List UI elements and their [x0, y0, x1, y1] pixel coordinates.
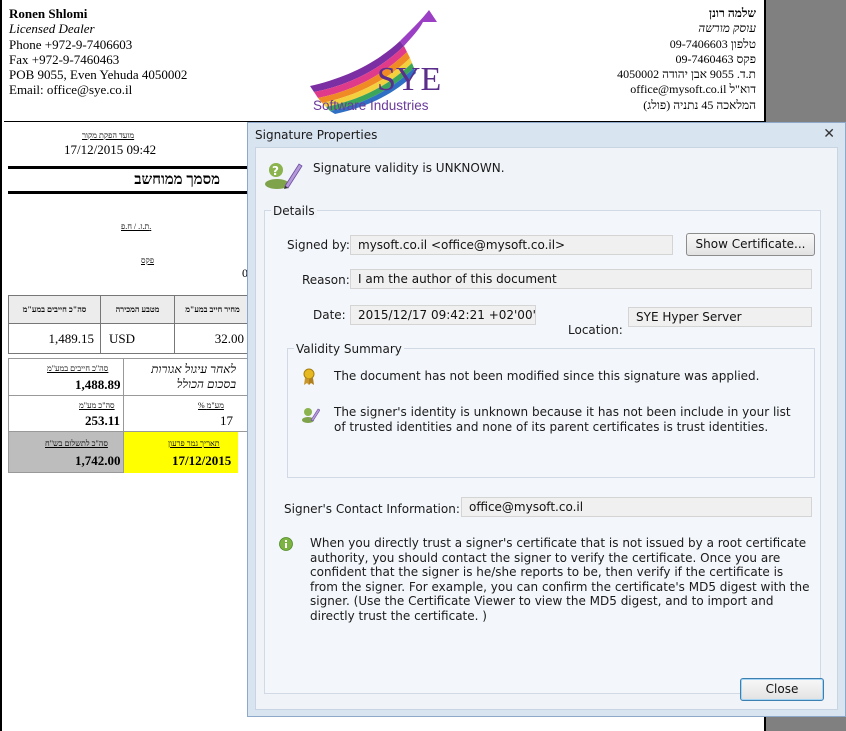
total-cell: סה"כ לתשלום בש"ח 1,742.00 — [8, 432, 124, 473]
taxable-cell: סה"כ חייבים במע"מ 1,488.89 — [8, 358, 124, 396]
tz-label: ת.ז. / ח.פ. — [121, 222, 152, 231]
items-header: סה"כ חייבים במע"מ — [8, 295, 101, 324]
sender-hebrew-fax: פקס 09-7460463 — [675, 51, 756, 66]
sender-hebrew-pob: ת.ד. 9055 אבן יהודה 4050002 — [617, 67, 756, 82]
sender-phone: Phone +972-9-7406603 — [9, 36, 133, 52]
sender-license: Licensed Dealer — [9, 21, 95, 37]
sender-hebrew-address: המלאכה 45 נתניה (פולג) — [643, 97, 756, 112]
reason-field: I am the author of this document — [350, 269, 812, 289]
rounding-note: לאחר עיגול אגורות בסכום הכולל — [151, 362, 236, 391]
details-group: Details Signed by: mysoft.co.il <office@… — [264, 204, 821, 694]
due-date-label: תאריך גמר פרעון — [168, 439, 220, 448]
dialog-body: ? Signature validity is UNKNOWN. Details… — [255, 147, 838, 710]
sender-hebrew-email: דוא"ל office@mysoft.co.il — [630, 82, 756, 97]
total-value: 1,742.00 — [75, 453, 121, 468]
taxable-value: 1,488.89 — [75, 377, 121, 392]
vat-cell: סה"כ מע"מ 253.11 — [8, 396, 124, 432]
sender-pob: POB 9055, Even Yehuda 4050002 — [9, 67, 188, 83]
signed-by-label: Signed by: — [287, 238, 350, 252]
vat-value: 253.11 — [85, 413, 121, 428]
details-label: Details — [271, 204, 317, 218]
show-certificate-button[interactable]: Show Certificate... — [686, 233, 815, 256]
contact-info-field: office@mysoft.co.il — [461, 497, 812, 517]
vat-pct-cell: % מע"מ 17 — [124, 396, 250, 432]
signed-by-field: mysoft.co.il <office@mysoft.co.il> — [350, 235, 673, 255]
vat-label: סה"כ מע"מ — [79, 401, 115, 410]
issue-date-label: מועד הפקת מקור — [82, 131, 135, 140]
signer-icon — [302, 408, 320, 423]
sye-logo: SYE Software Industries — [310, 10, 441, 114]
taxable-label: סה"כ חייבים במע"מ — [47, 364, 109, 373]
validity-status: Signature validity is UNKNOWN. — [313, 161, 505, 175]
items-header: מטבע המכירה — [100, 295, 175, 324]
total-label: סה"כ לתשלום בש"ח — [45, 439, 108, 448]
close-icon[interactable]: ✕ — [823, 126, 835, 142]
sender-hebrew-license: עוסק מורשה — [698, 21, 756, 36]
screen: Ronen Shlomi Licensed Dealer Phone +972-… — [0, 0, 846, 731]
sender-hebrew-phone: טלפון 09-7406603 — [669, 36, 756, 51]
location-field: SYE Hyper Server — [628, 307, 812, 327]
signature-properties-dialog: Signature Properties ✕ ? Signature valid… — [247, 122, 846, 717]
items-table: סה"כ חייבים במע"מ מטבע המכירה מחיר חייב … — [8, 295, 251, 354]
logo-letters: SYE — [377, 61, 441, 98]
vat-pct-value: 17 — [220, 413, 233, 428]
trust-info-text: When you directly trust a signer's certi… — [310, 536, 810, 623]
certificate-signature-icon: ? — [265, 163, 303, 189]
summary-item-unmodified: The document has not been modified since… — [334, 369, 760, 383]
sender-name: Ronen Shlomi — [9, 6, 88, 21]
svg-text:?: ? — [272, 164, 279, 178]
dialog-title: Signature Properties — [255, 128, 378, 142]
item-currency: USD — [100, 323, 175, 354]
document-title: מסמך ממוחשב — [134, 172, 220, 188]
vat-pct-label: % מע"מ — [198, 401, 224, 410]
date-field: 2015/12/17 09:42:21 +02'00' — [350, 305, 536, 325]
due-date-value: 17/12/2015 — [172, 453, 232, 468]
sender-hebrew-name: שלמה רונן — [708, 6, 756, 20]
validity-summary-label: Validity Summary — [294, 342, 404, 356]
item-price: 32.00 — [174, 323, 251, 354]
date-label: Date: — [313, 308, 346, 322]
sender-block: Ronen Shlomi Licensed Dealer Phone +972-… — [9, 6, 187, 98]
rounding-note-cell: לאחר עיגול אגורות בסכום הכולל — [124, 358, 250, 396]
due-date-cell: תאריך גמר פרעון 17/12/2015 — [124, 432, 238, 473]
item-total: 1,489.15 — [8, 323, 101, 354]
reason-label: Reason: — [302, 273, 350, 287]
ribbon-icon — [303, 368, 315, 385]
items-header: מחיר חייב במע"מ — [174, 295, 251, 324]
location-label: Location: — [568, 323, 623, 337]
logo-tagline: Software Industries — [313, 98, 429, 113]
dialog-titlebar[interactable]: Signature Properties ✕ — [248, 123, 845, 147]
sender-hebrew-block: שלמה רונן עוסק מורשה טלפון 09-7406603 פק… — [617, 6, 756, 113]
document-title-box: מסמך ממוחשב — [8, 166, 250, 194]
sender-email: Email: office@sye.co.il — [9, 82, 133, 98]
contact-info-label: Signer's Contact Information: — [284, 502, 460, 516]
close-button[interactable]: Close — [740, 678, 824, 701]
summary-item-identity: The signer's identity is unknown because… — [334, 405, 791, 434]
sender-fax: Fax +972-9-7460463 — [9, 51, 120, 67]
info-icon — [279, 537, 293, 551]
table-row: 1,489.15 USD 32.00 — [8, 323, 251, 354]
validity-summary-group: Validity Summary The document has not be… — [287, 342, 815, 478]
items-header-row: סה"כ חייבים במע"מ מטבע המכירה מחיר חייב … — [8, 295, 251, 324]
customer-fax-label: פקס — [141, 256, 155, 265]
issue-date-value: 17/12/2015 09:42 — [64, 142, 157, 157]
